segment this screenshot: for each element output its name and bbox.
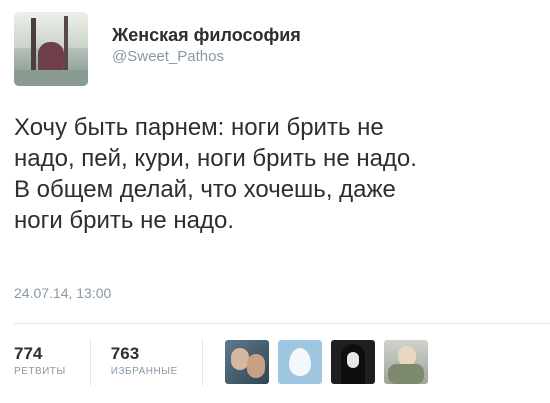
stats-divider (14, 323, 550, 324)
avatar-flowers (387, 364, 424, 384)
author-handle[interactable]: @Sweet_Pathos (112, 46, 301, 68)
tweet-text-line: надо, пей, кури, ноги брить не надо. (14, 145, 417, 172)
author-avatar[interactable] (14, 12, 88, 86)
retweets-stat[interactable]: 774 РЕТВИТЫ (14, 338, 90, 386)
favoriter-avatars (224, 340, 437, 384)
avatar-face (346, 352, 359, 368)
retweets-label: РЕТВИТЫ (14, 366, 66, 377)
avatar-ground (14, 70, 88, 86)
user-avatar-icon[interactable] (224, 340, 269, 384)
author-names: Женская философия @Sweet_Pathos (112, 12, 301, 86)
tweet-card: Женская философия @Sweet_Pathos Хочу быт… (0, 0, 550, 403)
author-name[interactable]: Женская философия (112, 24, 301, 46)
avatar-face (397, 346, 416, 366)
user-avatar-icon[interactable] (330, 340, 375, 384)
retweets-count: 774 (14, 344, 43, 363)
avatar-pole-left (31, 18, 36, 70)
favorites-count: 763 (110, 344, 140, 363)
user-avatar-icon[interactable] (383, 340, 428, 384)
tweet-header: Женская философия @Sweet_Pathos (14, 12, 301, 86)
tweet-text: Хочу быть парнем: ноги брить не надо, пе… (14, 112, 538, 236)
tweet-timestamp[interactable]: 24.07.14, 13:00 (14, 285, 111, 301)
tweet-text-line: Хочу быть парнем: ноги брить не (14, 114, 384, 141)
favorites-label: ИЗБРАННЫЕ (110, 366, 178, 377)
tweet-stats: 774 РЕТВИТЫ 763 ИЗБРАННЫЕ (14, 332, 437, 392)
egg-shape (288, 348, 311, 376)
avatar-pole-right (64, 16, 68, 72)
default-egg-avatar-icon[interactable] (277, 340, 322, 384)
avatar-figure (38, 42, 64, 72)
tweet-text-line: В общем делай, что хочешь, даже (14, 176, 396, 203)
favorites-stat[interactable]: 763 ИЗБРАННЫЕ (89, 338, 203, 386)
tweet-text-line: ноги брить не надо. (14, 207, 234, 234)
avatar-person (246, 354, 265, 378)
